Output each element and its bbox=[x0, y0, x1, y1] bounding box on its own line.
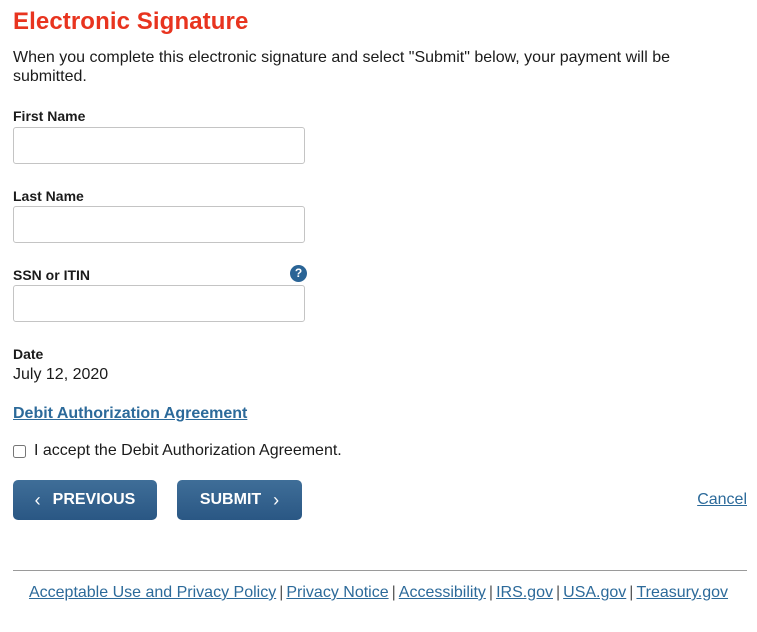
ssn-itin-input[interactable] bbox=[13, 285, 305, 322]
last-name-input[interactable] bbox=[13, 206, 305, 243]
date-value: July 12, 2020 bbox=[13, 366, 109, 383]
footer-link-irs[interactable]: IRS.gov bbox=[496, 584, 553, 601]
footer-separator: | bbox=[629, 584, 634, 601]
first-name-label: First Name bbox=[13, 108, 86, 124]
previous-button[interactable]: ‹ PREVIOUS bbox=[13, 480, 157, 520]
submit-button-label: SUBMIT bbox=[199, 491, 262, 508]
footer-link-acceptable-use[interactable]: Acceptable Use and Privacy Policy bbox=[29, 584, 276, 601]
accept-agreement-row: I accept the Debit Authorization Agreeme… bbox=[12, 442, 342, 460]
previous-button-label: PREVIOUS bbox=[52, 491, 136, 508]
submit-button[interactable]: SUBMIT › bbox=[177, 480, 302, 520]
accept-agreement-label: I accept the Debit Authorization Agreeme… bbox=[34, 442, 342, 459]
accept-agreement-checkbox[interactable] bbox=[13, 444, 26, 458]
footer-separator: | bbox=[279, 584, 284, 601]
intro-text: When you complete this electronic signat… bbox=[13, 49, 671, 85]
footer-separator: | bbox=[555, 584, 561, 601]
footer-link-usa[interactable]: USA.gov bbox=[563, 584, 626, 601]
date-label: Date bbox=[13, 346, 44, 362]
footer-links: Acceptable Use and Privacy Policy | Privac… bbox=[0, 584, 757, 602]
footer-link-treasury[interactable]: Treasury.gov bbox=[636, 584, 728, 601]
last-name-label: Last Name bbox=[13, 188, 84, 204]
help-icon[interactable]: ? bbox=[290, 265, 307, 282]
page-title: Electronic Signature bbox=[13, 8, 249, 35]
footer-divider bbox=[13, 570, 747, 571]
footer-link-accessibility[interactable]: Accessibility bbox=[399, 584, 486, 601]
ssn-itin-label: SSN or ITIN bbox=[13, 267, 91, 283]
debit-authorization-agreement-link[interactable]: Debit Authorization Agreement bbox=[13, 405, 247, 423]
footer-link-privacy-notice[interactable]: Privacy Notice bbox=[286, 584, 388, 601]
footer-separator: | bbox=[488, 584, 494, 601]
chevron-left-icon: ‹ bbox=[34, 489, 41, 510]
footer-separator: | bbox=[391, 584, 396, 601]
first-name-input[interactable] bbox=[13, 127, 305, 164]
cancel-link[interactable]: Cancel bbox=[697, 491, 747, 509]
chevron-right-icon: › bbox=[273, 489, 280, 510]
